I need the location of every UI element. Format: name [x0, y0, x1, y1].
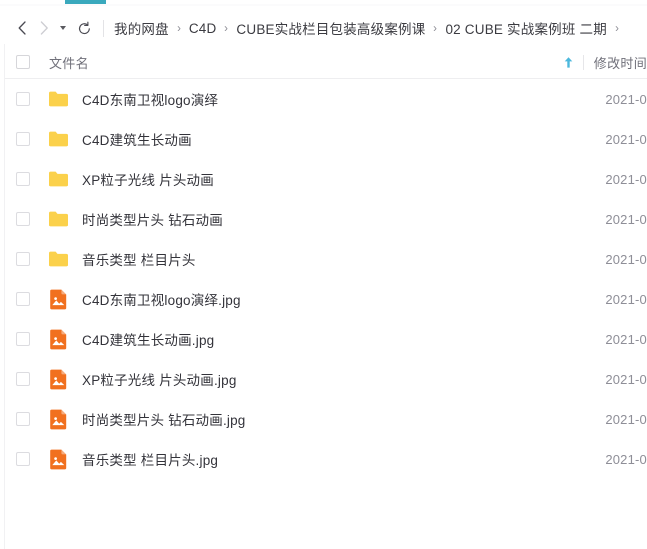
toolbar-divider: [103, 19, 104, 37]
file-modified-date: 2021-0: [605, 291, 647, 307]
table-row[interactable]: 时尚类型片头 钻石动画 2021-0: [5, 199, 647, 239]
file-modified-date: 2021-0: [605, 131, 647, 147]
row-checkbox[interactable]: [16, 412, 30, 426]
file-list-header-left: 文件名: [5, 53, 562, 72]
folder-icon: [48, 211, 68, 227]
row-checkbox[interactable]: [16, 372, 30, 386]
file-modified-date: 2021-0: [605, 251, 647, 267]
row-checkbox[interactable]: [16, 92, 30, 106]
image-file-icon: [49, 329, 66, 349]
breadcrumb: 我的网盘 › C4D › CUBE实战栏目包装高级案例课 › 02 CUBE 实…: [114, 18, 647, 38]
file-name[interactable]: XP粒子光线 片头动画: [82, 169, 601, 189]
folder-icon-wrap: [47, 88, 69, 110]
select-all-checkbox[interactable]: [16, 55, 30, 69]
file-manager-window: 我的网盘 › C4D › CUBE实战栏目包装高级案例课 › 02 CUBE 实…: [0, 0, 647, 549]
arrow-up-icon: [564, 56, 573, 68]
image-file-icon: [49, 289, 66, 309]
file-name[interactable]: C4D东南卫视logo演绎: [82, 89, 601, 109]
refresh-icon: [78, 21, 90, 34]
breadcrumb-separator: ›: [433, 21, 438, 35]
file-name[interactable]: 时尚类型片头 钻石动画: [82, 209, 601, 229]
forward-button[interactable]: [33, 15, 55, 41]
image-file-icon: [49, 369, 66, 389]
folder-icon: [48, 251, 68, 267]
folder-icon: [48, 91, 68, 107]
folder-icon-wrap: [47, 168, 69, 190]
row-checkbox[interactable]: [16, 292, 30, 306]
toolbar-spacer: [0, 4, 647, 6]
sort-ascending-icon[interactable]: [562, 54, 576, 70]
chevron-down-icon: [60, 26, 66, 30]
row-checkbox[interactable]: [16, 252, 30, 266]
table-row[interactable]: C4D东南卫视logo演绎 2021-0: [5, 79, 647, 119]
breadcrumb-separator: ›: [224, 21, 229, 35]
image-file-icon-wrap: [47, 288, 69, 310]
history-dropdown-button[interactable]: [55, 15, 71, 41]
file-modified-date: 2021-0: [605, 371, 647, 387]
back-button[interactable]: [11, 15, 33, 41]
file-modified-date: 2021-0: [605, 411, 647, 427]
table-row[interactable]: 音乐类型 栏目片头.jpg 2021-0: [5, 439, 647, 479]
chevron-right-icon: [40, 21, 48, 35]
row-checkbox[interactable]: [16, 332, 30, 346]
folder-icon: [48, 171, 68, 187]
file-list-header-right: 修改时间: [562, 53, 647, 72]
table-row[interactable]: XP粒子光线 片头动画.jpg 2021-0: [5, 359, 647, 399]
file-name[interactable]: 音乐类型 栏目片头.jpg: [82, 449, 601, 469]
table-row[interactable]: C4D东南卫视logo演绎.jpg 2021-0: [5, 279, 647, 319]
file-name[interactable]: C4D东南卫视logo演绎.jpg: [82, 289, 601, 309]
file-modified-date: 2021-0: [605, 171, 647, 187]
breadcrumb-item-root[interactable]: 我的网盘: [114, 18, 169, 38]
file-name[interactable]: C4D建筑生长动画.jpg: [82, 329, 601, 349]
breadcrumb-item-cube-course[interactable]: CUBE实战栏目包装高级案例课: [236, 18, 425, 38]
row-checkbox[interactable]: [16, 452, 30, 466]
folder-icon-wrap: [47, 208, 69, 230]
image-file-icon: [49, 449, 66, 469]
table-row[interactable]: 时尚类型片头 钻石动画.jpg 2021-0: [5, 399, 647, 439]
row-checkbox[interactable]: [16, 212, 30, 226]
folder-icon-wrap: [47, 128, 69, 150]
file-name[interactable]: XP粒子光线 片头动画.jpg: [82, 369, 601, 389]
breadcrumb-item-current[interactable]: 02 CUBE 实战案例班 二期: [445, 18, 606, 38]
table-row[interactable]: C4D建筑生长动画.jpg 2021-0: [5, 319, 647, 359]
file-list-header: 文件名 修改时间: [5, 46, 647, 79]
file-name[interactable]: 音乐类型 栏目片头: [82, 249, 601, 269]
column-header-modified[interactable]: 修改时间: [594, 53, 647, 72]
image-file-icon-wrap: [47, 368, 69, 390]
column-header-name[interactable]: 文件名: [49, 53, 89, 72]
breadcrumb-item-c4d[interactable]: C4D: [189, 21, 217, 36]
refresh-button[interactable]: [71, 15, 97, 41]
table-row[interactable]: XP粒子光线 片头动画 2021-0: [5, 159, 647, 199]
row-checkbox[interactable]: [16, 132, 30, 146]
header-divider: [582, 54, 584, 70]
image-file-icon-wrap: [47, 448, 69, 470]
chevron-left-icon: [18, 21, 26, 35]
image-file-icon-wrap: [47, 408, 69, 430]
row-checkbox[interactable]: [16, 172, 30, 186]
file-list: C4D东南卫视logo演绎 2021-0 C4D建筑生长动画 2021-0 XP粒子光线…: [5, 79, 647, 479]
table-row[interactable]: 音乐类型 栏目片头 2021-0: [5, 239, 647, 279]
breadcrumb-separator-trailing: ›: [615, 21, 619, 35]
file-modified-date: 2021-0: [605, 211, 647, 227]
file-modified-date: 2021-0: [605, 331, 647, 347]
file-name[interactable]: 时尚类型片头 钻石动画.jpg: [82, 409, 601, 429]
breadcrumb-separator: ›: [176, 21, 181, 35]
folder-icon-wrap: [47, 248, 69, 270]
file-name[interactable]: C4D建筑生长动画: [82, 129, 601, 149]
file-modified-date: 2021-0: [605, 91, 647, 107]
file-list-empty-area: [5, 479, 647, 549]
image-file-icon: [49, 409, 66, 429]
image-file-icon-wrap: [47, 328, 69, 350]
folder-icon: [48, 131, 68, 147]
table-row[interactable]: C4D建筑生长动画 2021-0: [5, 119, 647, 159]
navigation-bar: 我的网盘 › C4D › CUBE实战栏目包装高级案例课 › 02 CUBE 实…: [0, 10, 647, 46]
file-modified-date: 2021-0: [605, 451, 647, 467]
